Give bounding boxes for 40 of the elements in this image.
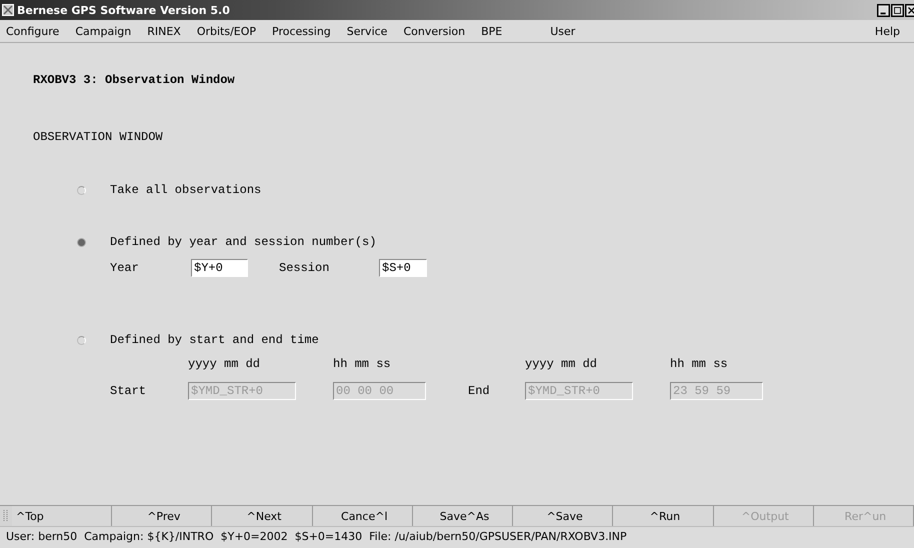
column-header: yyyy mm dd — [188, 357, 262, 373]
menu-item[interactable]: Service — [346, 22, 396, 40]
field-label: Start — [110, 384, 148, 398]
app-icon — [2, 4, 14, 16]
field-label: End — [468, 384, 491, 398]
toolbar-button[interactable]: ^Next — [212, 506, 313, 526]
session-field[interactable]: $S+0 — [379, 259, 427, 277]
toolbar-button[interactable]: Cance^l — [312, 506, 413, 526]
menu-item[interactable]: Conversion — [403, 22, 474, 40]
field-label: Year — [110, 261, 140, 275]
option-label: Take all observations — [110, 183, 262, 197]
menu-item[interactable]: Configure — [6, 22, 68, 40]
option-label: Defined by year and session number(s) — [110, 235, 376, 249]
window-title: Bernese GPS Software Version 5.0 — [17, 4, 231, 16]
toolbar-button[interactable]: ^Top — [12, 506, 112, 526]
menu-item[interactable]: RINEX — [147, 22, 189, 40]
radio-button[interactable] — [77, 238, 86, 246]
menu-item[interactable]: Orbits/EOP — [196, 22, 264, 40]
section-heading: OBSERVATION WINDOW — [33, 130, 164, 146]
radio-button[interactable] — [77, 336, 86, 344]
field-label: Session — [279, 261, 330, 275]
menu-item[interactable]: Help — [874, 22, 908, 40]
toolbar-button[interactable]: ^Run — [613, 506, 714, 526]
option-label: Defined by start and end time — [110, 333, 319, 347]
menu-item[interactable]: User — [550, 22, 584, 40]
toolbar-button[interactable]: ^Prev — [112, 506, 212, 526]
column-header: yyyy mm dd — [525, 357, 598, 373]
menu-item[interactable]: Campaign — [75, 22, 140, 40]
radio-button[interactable] — [77, 186, 86, 194]
menu-item[interactable]: BPE — [481, 22, 510, 40]
panel-heading: RXOBV3 3: Observation Window — [33, 73, 236, 89]
year-field[interactable]: $Y+0 — [191, 259, 248, 277]
toolbar-button[interactable]: ^Save — [513, 506, 614, 526]
menu-item[interactable]: Processing — [272, 22, 339, 40]
grip-handle-icon[interactable] — [2, 509, 10, 523]
maximize-icon[interactable] — [891, 4, 904, 16]
column-header: hh mm ss — [333, 357, 392, 373]
toolbar-button[interactable]: Save^As — [412, 506, 514, 526]
column-header: hh mm ss — [670, 357, 728, 373]
minimize-icon[interactable] — [877, 4, 890, 16]
